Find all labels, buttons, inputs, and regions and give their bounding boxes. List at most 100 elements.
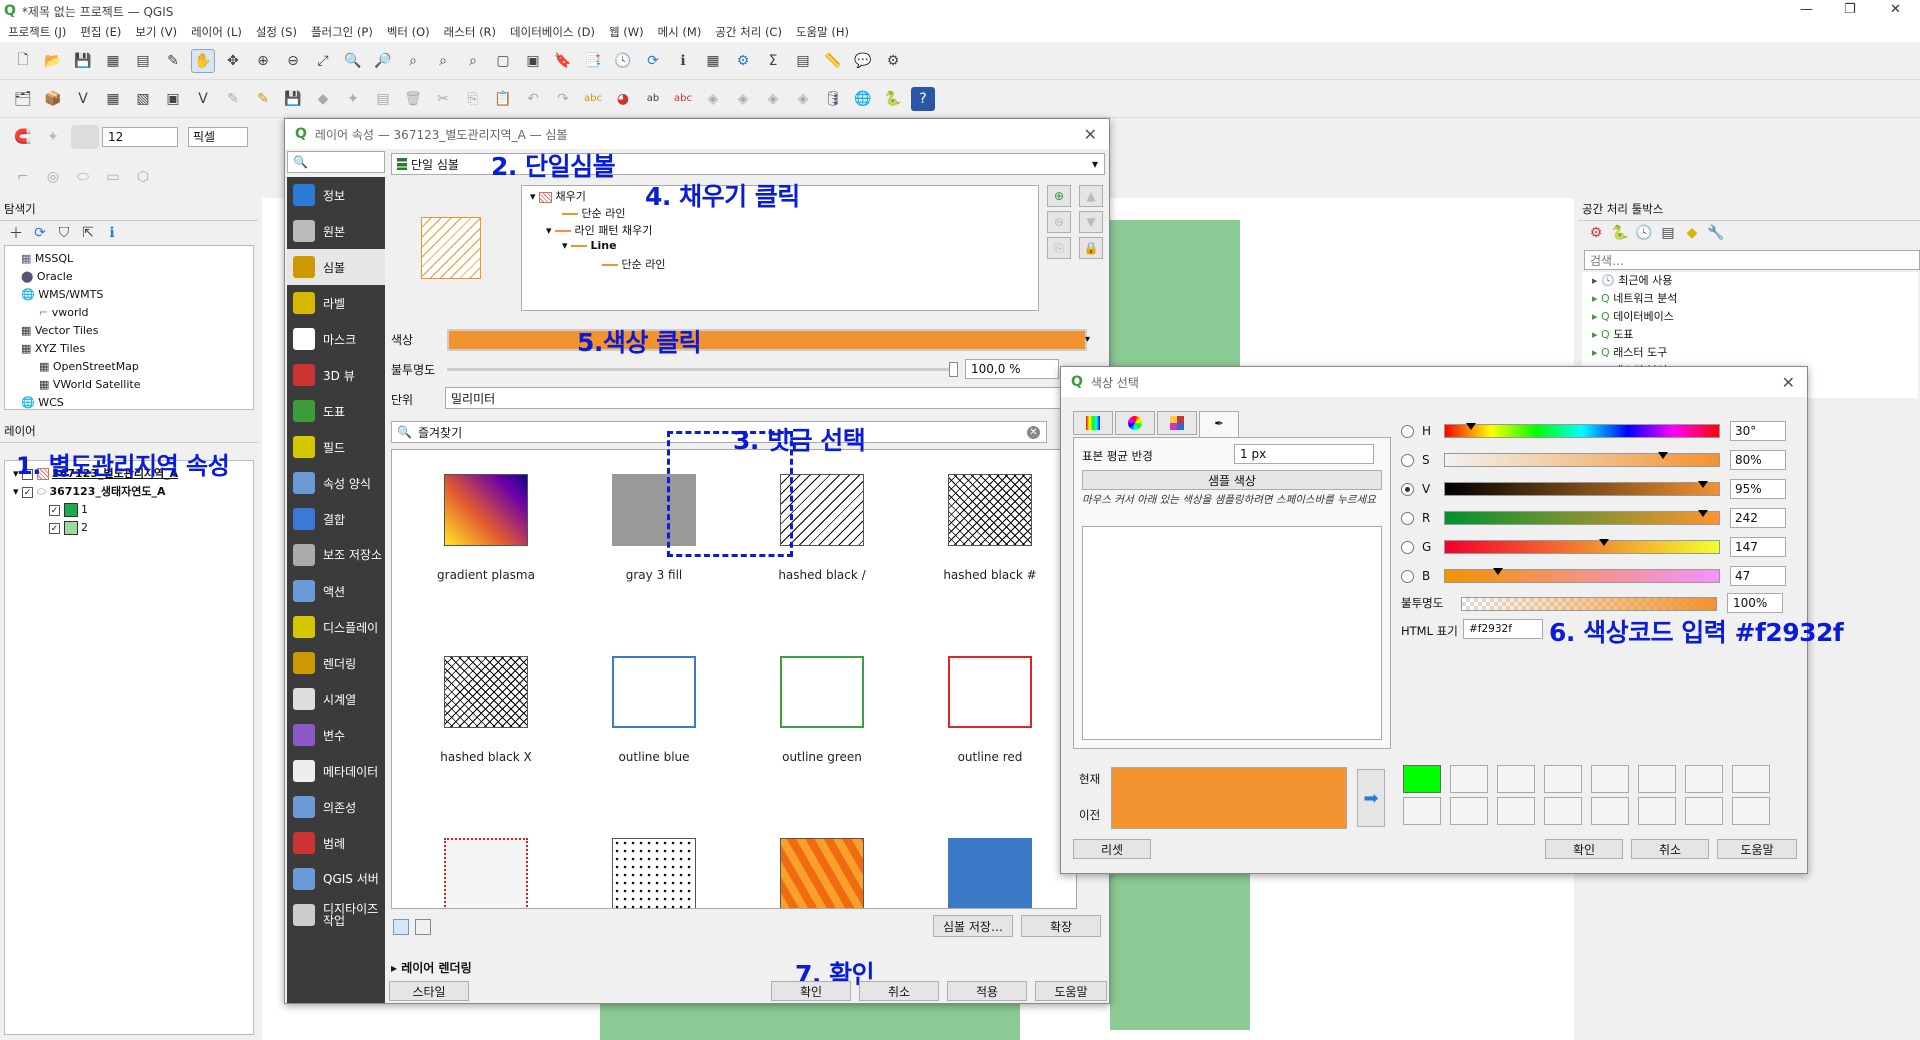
sidebar-item[interactable]: 메타데이터 [287,753,385,789]
custom-swatch[interactable] [1638,765,1676,793]
menu-item[interactable]: 플러그인 (P) [311,24,373,40]
add-layer-icon[interactable]: ⊕ [1047,185,1071,207]
zoom-last-icon[interactable]: ⌕ [431,49,455,73]
processing-item[interactable]: ▸ Q 네트워크 분석 [1592,290,1918,308]
new-3d-view-icon[interactable]: ▣ [521,49,545,73]
digitize-rect-icon[interactable]: ▭ [101,165,125,189]
zoom-full-icon[interactable]: ⤢ [311,49,335,73]
browser-item[interactable]: ▦ VWorld Satellite [11,376,253,394]
channel-slider[interactable] [1444,481,1720,496]
browser-item[interactable]: ▦ XYZ Tiles [11,340,253,358]
channel-slider[interactable] [1444,539,1720,554]
html-notation-input[interactable]: #f2932f [1463,619,1543,639]
identify-icon[interactable]: ℹ [671,49,695,73]
custom-swatch[interactable] [1450,797,1488,825]
browser-item[interactable]: ⬤ Oracle [11,268,253,286]
menu-item[interactable]: 공간 처리 (C) [715,24,782,40]
sample-color-button[interactable]: 샘플 색상 [1082,470,1382,490]
sidebar-item[interactable]: 정보 [287,177,385,213]
channel-radio[interactable] [1401,453,1414,467]
refresh-icon[interactable]: ⟳ [31,224,49,242]
pan-to-selection-icon[interactable]: ✥ [221,49,245,73]
sidebar-item[interactable]: 디스플레이 [287,609,385,645]
symbol-cell[interactable]: outline red [910,638,1070,788]
menu-item[interactable]: 벡터 (O) [387,24,430,40]
tree-line-pattern[interactable]: ▾ 라인 패턴 채우기 [522,222,1038,239]
channel-value-input[interactable]: 80% [1730,450,1786,470]
custom-swatch[interactable] [1591,797,1629,825]
slider-marker[interactable] [1657,452,1668,459]
style-button[interactable]: 스타일 [389,981,469,1001]
menu-item[interactable]: 설정 (S) [256,24,297,40]
symbol-cell[interactable] [910,820,1070,908]
channel-slider[interactable] [1444,510,1720,525]
menu-item[interactable]: 메시 (M) [658,24,702,40]
symbol-cell[interactable]: gradient plasma [406,456,566,606]
unit-select[interactable]: 밀리미터 [445,387,1065,409]
add-vector-icon[interactable]: V [71,87,95,111]
clear-icon[interactable]: ✕ [1027,425,1040,439]
redo-icon[interactable]: ↷ [551,87,575,111]
menu-item[interactable]: 프로젝트 (J) [8,24,66,40]
refresh-icon[interactable]: ⟳ [641,49,665,73]
delete-feature-icon[interactable]: 🗑 [401,87,425,111]
field-calc-icon[interactable]: ▤ [791,49,815,73]
duplicate-layer-icon[interactable]: ⎘ [1047,237,1071,259]
cancel-button[interactable]: 취소 [859,981,939,1001]
cp-help-button[interactable]: 도움말 [1717,839,1797,859]
vertex-tool-icon[interactable]: ✦ [341,87,365,111]
opacity-slider-handle[interactable] [949,362,958,377]
digitize-line-icon[interactable]: ⌐ [11,165,35,189]
unit-select[interactable]: 픽셀 [188,127,248,147]
measure-icon[interactable]: 📏 [821,49,845,73]
sidebar-item[interactable]: 속성 양식 [287,465,385,501]
label-abc-icon[interactable]: abc [581,87,605,111]
help-button[interactable]: 도움말 [1035,981,1107,1001]
add-mesh-icon[interactable]: ▧ [131,87,155,111]
sidebar-item[interactable]: 액션 [287,573,385,609]
digitize-circle-icon[interactable]: ◎ [41,165,65,189]
browser-item[interactable]: ▦ MSSQL [11,250,253,268]
edit-pencil-icon[interactable]: ✎ [221,87,245,111]
custom-swatch[interactable] [1591,765,1629,793]
symbol-cell[interactable]: outline green [742,638,902,788]
minimize-icon[interactable]: — [1800,2,1813,17]
symbol-cell[interactable] [574,820,734,908]
symbol-cell[interactable] [742,820,902,908]
statistics-sigma-icon[interactable]: Σ [761,49,785,73]
edit-features-icon[interactable]: ◆ [1683,224,1701,242]
slider-marker[interactable] [1466,423,1477,430]
new-project-icon[interactable]: 🗋 [11,49,35,73]
opacity-value-input[interactable]: 100,0 % [965,359,1059,379]
layer-row-saengtae[interactable]: ▾ ✓ ⬭ 367123_생태자연도_A [5,483,253,501]
cp-cancel-button[interactable]: 취소 [1631,839,1709,859]
menu-item[interactable]: 래스터 (R) [444,24,496,40]
channel-slider[interactable] [1444,568,1720,583]
add-feature-icon[interactable]: ◆ [311,87,335,111]
sidebar-item[interactable]: 원본 [287,213,385,249]
custom-swatch[interactable] [1403,765,1441,793]
tree-line[interactable]: ▾ Line [522,239,1038,256]
attribute-edit-icon[interactable]: ▤ [371,87,395,111]
layout-manager-icon[interactable]: ▤ [131,49,155,73]
custom-swatch[interactable] [1732,765,1770,793]
slider-marker[interactable] [1697,481,1708,488]
custom-swatch[interactable] [1497,797,1535,825]
close-icon[interactable]: ✕ [1782,373,1795,392]
zoom-selection-icon[interactable]: 🔍 [341,49,365,73]
symbol-cell[interactable]: hashed black # [910,456,1070,606]
lock-icon[interactable]: 🔒 [1079,237,1103,259]
cp-ok-button[interactable]: 확인 [1545,839,1623,859]
slider-marker[interactable] [1697,510,1708,517]
temporal-icon[interactable]: 🕓 [611,49,635,73]
digitize-ellipse-icon[interactable]: ⬭ [71,165,95,189]
zoom-native-icon[interactable]: ⌕ [401,49,425,73]
channel-value-input[interactable]: 30° [1730,421,1786,441]
custom-swatch[interactable] [1544,765,1582,793]
advanced-button[interactable]: 확장 [1021,915,1101,937]
collapse-icon[interactable]: ⇱ [79,224,97,242]
save-symbol-button[interactable]: 심볼 저장… [933,915,1013,937]
processing-item[interactable]: ▸ Q 래스터 도구 [1592,344,1918,362]
label-show-icon[interactable]: ◈ [791,87,815,111]
menu-item[interactable]: 편집 (E) [80,24,121,40]
